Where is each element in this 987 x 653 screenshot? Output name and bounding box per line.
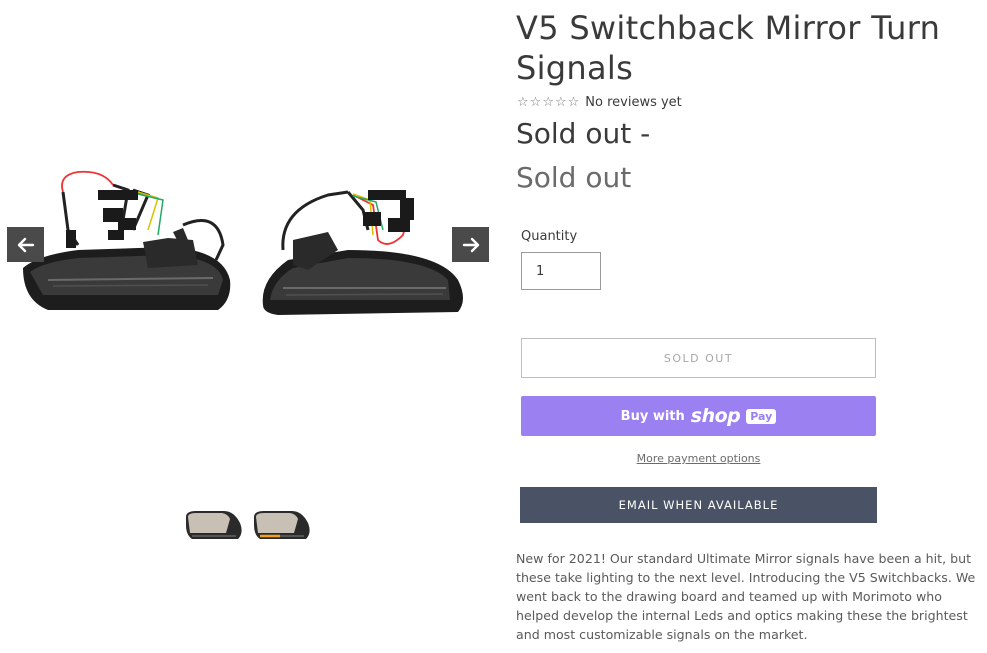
next-image-button[interactable] bbox=[452, 227, 489, 262]
review-summary[interactable]: ☆ ☆ ☆ ☆ ☆ No reviews yet bbox=[517, 95, 682, 110]
regular-price: Sold out bbox=[516, 161, 632, 194]
thumbnail-1[interactable] bbox=[182, 505, 244, 545]
quantity-label: Quantity bbox=[521, 229, 578, 244]
sale-price: Sold out - bbox=[516, 117, 651, 150]
email-when-available-button[interactable]: EMAIL WHEN AVAILABLE bbox=[520, 487, 877, 523]
reviews-text: No reviews yet bbox=[585, 95, 682, 110]
arrow-right-icon bbox=[462, 237, 479, 252]
arrow-left-icon bbox=[17, 237, 34, 252]
left-signal-unit bbox=[23, 170, 231, 310]
star-icon: ☆ bbox=[554, 94, 567, 110]
sold-out-button[interactable]: SOLD OUT bbox=[521, 338, 876, 378]
shop-pay-logo: shop bbox=[690, 405, 741, 427]
rating-stars: ☆ ☆ ☆ ☆ ☆ bbox=[517, 94, 580, 110]
product-title: V5 Switchback Mirror Turn Signals bbox=[516, 9, 941, 87]
star-icon: ☆ bbox=[529, 94, 542, 110]
product-description: New for 2021! Our standard Ultimate Mirr… bbox=[516, 551, 976, 642]
product-main-image bbox=[23, 170, 463, 315]
product-gallery bbox=[0, 0, 500, 653]
buy-with-shop-pay-button[interactable]: Buy with shop Pay bbox=[521, 396, 876, 436]
buy-with-label: Buy with bbox=[620, 408, 685, 424]
right-signal-unit bbox=[262, 190, 463, 315]
star-icon: ☆ bbox=[567, 94, 580, 110]
more-payment-options-link[interactable]: More payment options bbox=[521, 452, 876, 465]
quantity-input[interactable] bbox=[521, 252, 601, 290]
star-icon: ☆ bbox=[542, 94, 554, 110]
pay-badge: Pay bbox=[746, 408, 777, 424]
thumbnail-list bbox=[182, 505, 312, 545]
star-icon: ☆ bbox=[517, 94, 529, 110]
thumbnail-2[interactable] bbox=[250, 505, 312, 545]
previous-image-button[interactable] bbox=[7, 227, 44, 262]
